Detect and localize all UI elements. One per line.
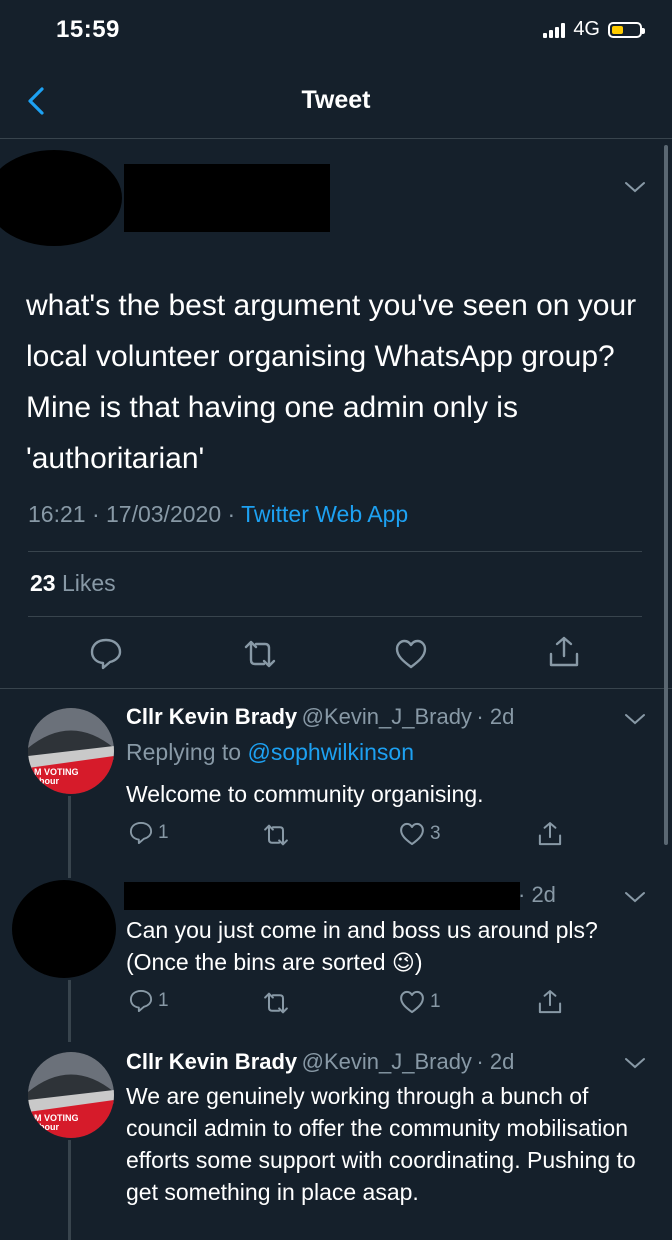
chevron-down-icon[interactable] (624, 890, 646, 904)
reply-count: 1 (158, 990, 169, 1011)
reply-avatar[interactable]: M VOTING abour (28, 1052, 114, 1138)
reply-time: · 2d (518, 882, 556, 907)
chevron-down-icon[interactable] (624, 712, 646, 726)
tweet-source-link[interactable]: Twitter Web App (241, 501, 408, 527)
reply-author-redacted (124, 882, 520, 910)
avatar-caption: M VOTING abour (34, 768, 79, 786)
divider (28, 616, 642, 617)
status-time: 15:59 (56, 16, 120, 43)
reply-icon (129, 989, 153, 1013)
likes-count[interactable]: 23 Likes (30, 570, 116, 597)
reply-text: Can you just come in and boss us around … (126, 914, 656, 979)
likes-number: 23 (30, 570, 56, 596)
signal-icon (543, 22, 566, 38)
likes-label: Likes (61, 570, 116, 596)
reply-like-action[interactable]: 1 (398, 988, 441, 1016)
reply-reply-action[interactable]: 1 (128, 988, 169, 1014)
reply-text-line: Can you just come in and boss us around … (126, 917, 598, 943)
reply-text: We are genuinely working through a bunch… (126, 1083, 636, 1205)
reply-reply-action[interactable]: 1 (128, 820, 169, 846)
retweet-icon[interactable] (242, 636, 278, 672)
thread-line (68, 980, 71, 1042)
replying-to-label: Replying to (126, 739, 248, 765)
reply-icon (129, 821, 153, 845)
like-heart-icon[interactable] (393, 636, 429, 672)
reply-time: · 2d (476, 704, 515, 729)
reply-header: Cllr Kevin Brady @Kevin_J_Brady · 2d (126, 1049, 514, 1075)
page-title: Tweet (301, 86, 371, 114)
author-name-redacted (124, 164, 330, 232)
retweet-icon[interactable] (262, 821, 290, 849)
thread-line (68, 1140, 71, 1240)
divider (0, 688, 672, 689)
reply-avatar[interactable] (12, 880, 116, 978)
reply-icon[interactable] (88, 636, 124, 672)
share-icon[interactable] (546, 634, 582, 670)
avatar-caption: M VOTING abour (34, 1114, 79, 1132)
tweet-text: what's the best argument you've seen on … (26, 289, 637, 475)
avatar-caption-line: abour (34, 1122, 60, 1132)
divider (28, 551, 642, 552)
share-icon[interactable] (536, 988, 564, 1016)
reply-count: 1 (158, 822, 169, 843)
like-heart-icon (400, 990, 424, 1014)
network-label: 4G (573, 18, 600, 40)
tweet-timestamp: 16:21 · 17/03/2020 · (28, 501, 242, 527)
reply-author-name[interactable]: Cllr Kevin Brady (126, 704, 297, 729)
chevron-down-icon[interactable] (624, 1056, 646, 1070)
retweet-icon[interactable] (262, 989, 290, 1017)
reply-author-name[interactable]: Cllr Kevin Brady (126, 1049, 297, 1074)
chevron-down-icon[interactable] (624, 180, 646, 194)
thread-line (68, 796, 71, 878)
tweet-meta: 16:21 · 17/03/2020 · Twitter Web App (28, 501, 408, 528)
status-indicators: 4G (543, 18, 645, 41)
reply-author-handle[interactable]: @Kevin_J_Brady (302, 704, 472, 729)
share-icon[interactable] (536, 820, 564, 848)
reply-time: · 2d (476, 1049, 515, 1074)
reply-author-handle[interactable]: @Kevin_J_Brady (302, 1049, 472, 1074)
reply-text-segment: (Once the bins are sorted (126, 949, 392, 975)
reply-text-segment: ) (414, 949, 423, 975)
reply-text-line: (Once the bins are sorted 😉) (126, 946, 656, 979)
replying-to: Replying to @sophwilkinson (126, 736, 414, 768)
reply-text: Welcome to community organising. (126, 781, 484, 807)
reply-like-action[interactable]: 3 (398, 820, 441, 848)
like-count: 1 (430, 991, 441, 1012)
like-count: 3 (430, 823, 441, 844)
like-heart-icon (400, 822, 424, 846)
battery-icon (608, 21, 645, 38)
replying-to-link[interactable]: @sophwilkinson (247, 739, 414, 765)
author-avatar[interactable] (0, 150, 122, 246)
avatar-caption-line: abour (34, 776, 60, 786)
scrollbar[interactable] (664, 145, 668, 845)
reply-header: Cllr Kevin Brady @Kevin_J_Brady · 2d (126, 704, 514, 730)
reply-avatar[interactable]: M VOTING abour (28, 708, 114, 794)
winking-face-emoji: 😉 (391, 950, 415, 975)
